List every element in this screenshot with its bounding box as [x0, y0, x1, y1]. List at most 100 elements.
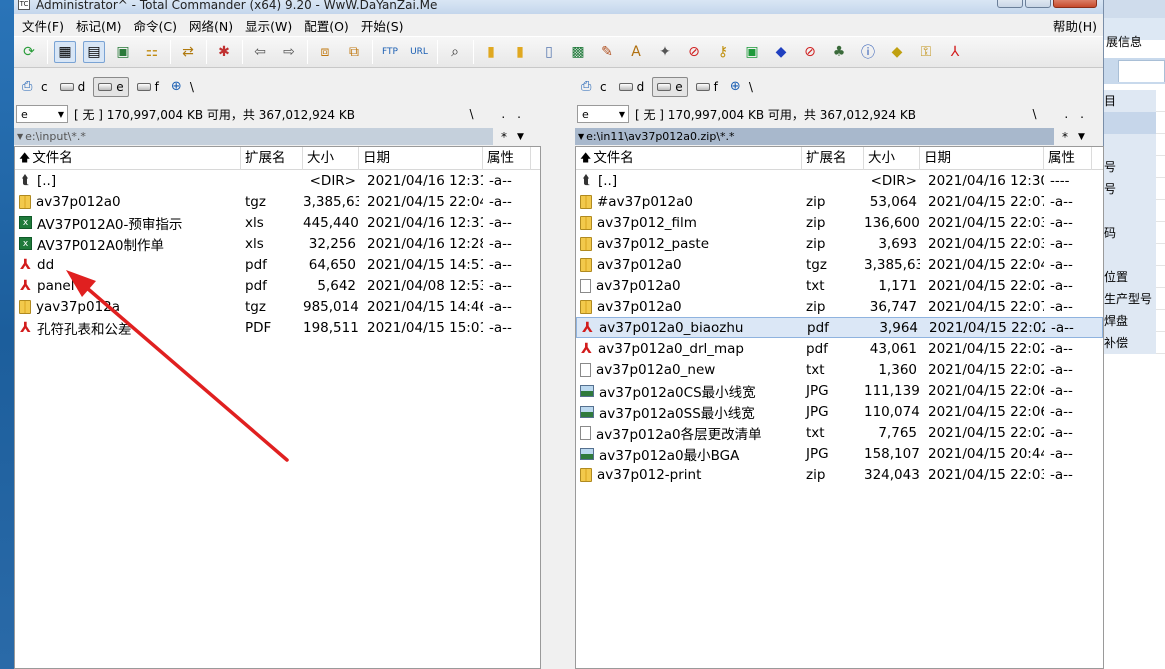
drive-e-button[interactable]: e: [93, 77, 129, 97]
file-row[interactable]: av37p012a0 tgz 3,385,638 2021/04/15 22:04 -a…: [576, 254, 1103, 275]
file-row[interactable]: ⮬ [..] <DIR> 2021/04/16 12:30 ----: [576, 170, 1103, 191]
column-header-attr[interactable]: 属性: [1044, 146, 1092, 170]
menu-commands[interactable]: 命令(C): [130, 16, 185, 35]
drive-f-button[interactable]: f: [692, 77, 722, 97]
folder-icon[interactable]: ▮: [509, 41, 531, 63]
right-filter[interactable]: *: [1062, 130, 1068, 144]
notepad-icon[interactable]: ✎: [596, 41, 618, 63]
file-row[interactable]: av37p012-print zip 324,043 2021/04/15 22:03…: [576, 464, 1103, 485]
right-nav-root-parent[interactable]: \ ..: [1033, 107, 1097, 121]
background-list-row[interactable]: 码: [1100, 221, 1165, 244]
file-row[interactable]: av37p012a0_new txt 1,360 2021/04/15 22:02 -a…: [576, 359, 1103, 380]
drive-f-button[interactable]: f: [133, 77, 163, 97]
column-header-attr[interactable]: 属性: [483, 146, 531, 170]
diamond-icon[interactable]: ◆: [886, 41, 908, 63]
background-window[interactable]: 展信息 目号号码位置 生产型号 焊盘 补偿: [1100, 0, 1165, 669]
total-commander-window[interactable]: TC Administrator^ - Total Commander (x64…: [14, 0, 1104, 669]
background-list-row[interactable]: [1100, 199, 1165, 222]
background-list-row[interactable]: [1100, 111, 1165, 134]
background-list-row[interactable]: [1100, 133, 1165, 156]
background-list-row[interactable]: 焊盘: [1100, 309, 1165, 332]
network-root-button[interactable]: ⊕ \: [726, 77, 757, 97]
right-file-list[interactable]: 🡅 文件名 扩展名 大小 日期 属性 ⮬ [..] <DIR> 2021/04/16 1…: [575, 146, 1104, 669]
stop-icon[interactable]: ⊘: [799, 41, 821, 63]
background-list-row[interactable]: 号: [1100, 177, 1165, 200]
full-view-icon[interactable]: ▤: [83, 41, 105, 63]
file-row[interactable]: av37p012a0各层更改清单 txt 7,765 2021/04/15 22:02…: [576, 422, 1103, 443]
document-icon[interactable]: ▯: [538, 41, 560, 63]
file-row[interactable]: ⅄ 孔符孔表和公差 PDF 198,511 2021/04/15 15:01 -a--: [15, 317, 540, 338]
background-window-tab[interactable]: [1118, 60, 1165, 82]
background-list-row[interactable]: 位置: [1100, 265, 1165, 288]
ftp-icon[interactable]: FTP: [379, 41, 401, 63]
file-row[interactable]: x AV37P012A0制作单 xls 32,256 2021/04/16 12:28-…: [15, 233, 540, 254]
pdf-green-icon[interactable]: ▣: [741, 41, 763, 63]
column-header-ext[interactable]: 扩展名: [241, 146, 303, 170]
refresh-icon[interactable]: ⟳: [18, 41, 40, 63]
left-filter[interactable]: *: [501, 130, 507, 144]
left-panel[interactable]: e ▼ [ 无 ] 170,997,004 KB 可用，共 367,012,924…: [14, 100, 541, 669]
file-row[interactable]: av37p012a0SS最小线宽 JPG 110,074 2021/04/15 22:…: [576, 401, 1103, 422]
column-header-name[interactable]: 🡅 文件名: [576, 146, 802, 170]
menu-show[interactable]: 显示(W): [241, 16, 300, 35]
excel-icon[interactable]: ▩: [567, 41, 589, 63]
info-icon[interactable]: ⓘ: [857, 41, 879, 63]
url-icon[interactable]: URL: [408, 41, 430, 63]
left-drive-select[interactable]: e ▼: [16, 105, 68, 123]
key-icon[interactable]: ⚷: [712, 41, 734, 63]
menu-mark[interactable]: 标记(M): [72, 16, 130, 35]
drive-c-button[interactable]: ⎙ c: [18, 77, 52, 97]
tool-icon[interactable]: ✦: [654, 41, 676, 63]
font-icon[interactable]: A: [625, 41, 647, 63]
sync-dirs-icon[interactable]: ⇄: [177, 41, 199, 63]
close-button[interactable]: [1053, 0, 1097, 8]
pack-icon[interactable]: ⧈: [314, 41, 336, 63]
title-bar[interactable]: TC Administrator^ - Total Commander (x64…: [14, 0, 1103, 14]
drive-d-button[interactable]: d: [56, 77, 90, 97]
file-row[interactable]: av37p012a0 txt 1,171 2021/04/15 22:02 -a--: [576, 275, 1103, 296]
file-row[interactable]: ⅄ av37p012a0_biaozhu pdf 3,964 2021/04/15 22…: [576, 317, 1103, 338]
right-path[interactable]: ▼ e:\in11\av37p012a0.zip\*.*: [575, 128, 1054, 145]
select-icon[interactable]: ✱: [213, 41, 235, 63]
background-list-row[interactable]: 号: [1100, 155, 1165, 178]
minimize-button[interactable]: [997, 0, 1023, 8]
right-history-dropdown[interactable]: ▼: [1078, 132, 1085, 142]
thumbnails-icon[interactable]: ▣: [112, 41, 134, 63]
file-row[interactable]: x AV37P012A0-预审指示 xls 445,440 2021/04/16 12:…: [15, 212, 540, 233]
left-nav-root-parent[interactable]: \ ..: [470, 107, 534, 121]
menu-start[interactable]: 开始(S): [357, 16, 412, 35]
background-list-row[interactable]: 目: [1100, 89, 1165, 112]
tree-view-icon[interactable]: ⚏: [141, 41, 163, 63]
left-history-dropdown[interactable]: ▼: [517, 132, 524, 142]
file-row[interactable]: av37p012_film zip 136,600 2021/04/15 22:03-…: [576, 212, 1103, 233]
forward-icon[interactable]: ⇨: [278, 41, 300, 63]
network-root-button[interactable]: ⊕ \: [167, 77, 198, 97]
folder-icon[interactable]: ▮: [480, 41, 502, 63]
find-files-icon[interactable]: ⌕: [444, 41, 466, 63]
menu-configuration[interactable]: 配置(O): [300, 16, 357, 35]
drive-c-button[interactable]: ⎙ c: [577, 77, 611, 97]
menu-net[interactable]: 网络(N): [185, 16, 241, 35]
left-file-list[interactable]: 🡅 文件名 扩展名 大小 日期 属性 ⮬ [..] <DIR> 2021/04/16 1…: [14, 146, 541, 669]
diamond-icon[interactable]: ◆: [770, 41, 792, 63]
column-header-size[interactable]: 大小: [303, 146, 359, 170]
background-list-row[interactable]: [1100, 243, 1165, 266]
back-icon[interactable]: ⇦: [249, 41, 271, 63]
file-row[interactable]: ⅄ dd pdf 64,650 2021/04/15 14:51 -a--: [15, 254, 540, 275]
maximize-button[interactable]: [1025, 0, 1051, 8]
unpack-icon[interactable]: ⧉: [343, 41, 365, 63]
left-path[interactable]: ▼ e:\input\*.*: [14, 128, 493, 145]
file-row[interactable]: ⮬ [..] <DIR> 2021/04/16 12:31 -a--: [15, 170, 540, 191]
right-panel[interactable]: e ▼ [ 无 ] 170,997,004 KB 可用，共 367,012,924…: [575, 100, 1104, 669]
file-row[interactable]: #av37p012a0 zip 53,064 2021/04/15 22:07 -a--: [576, 191, 1103, 212]
stop-icon[interactable]: ⊘: [683, 41, 705, 63]
menu-help[interactable]: 帮助(H): [1049, 16, 1103, 35]
file-row[interactable]: ⅄ av37p012a0_drl_map pdf 43,061 2021/04/15 2…: [576, 338, 1103, 359]
file-row[interactable]: av37p012a0 tgz 3,385,638 2021/04/15 22:04 -a…: [15, 191, 540, 212]
column-header-date[interactable]: 日期: [359, 146, 483, 170]
file-row[interactable]: av37p012_paste zip 3,693 2021/04/15 22:03 -a…: [576, 233, 1103, 254]
file-row[interactable]: yav37p012a tgz 985,014 2021/04/15 14:46 -a--: [15, 296, 540, 317]
drive-d-button[interactable]: d: [615, 77, 649, 97]
right-drive-select[interactable]: e ▼: [577, 105, 629, 123]
background-list-row[interactable]: 补偿: [1100, 331, 1165, 354]
